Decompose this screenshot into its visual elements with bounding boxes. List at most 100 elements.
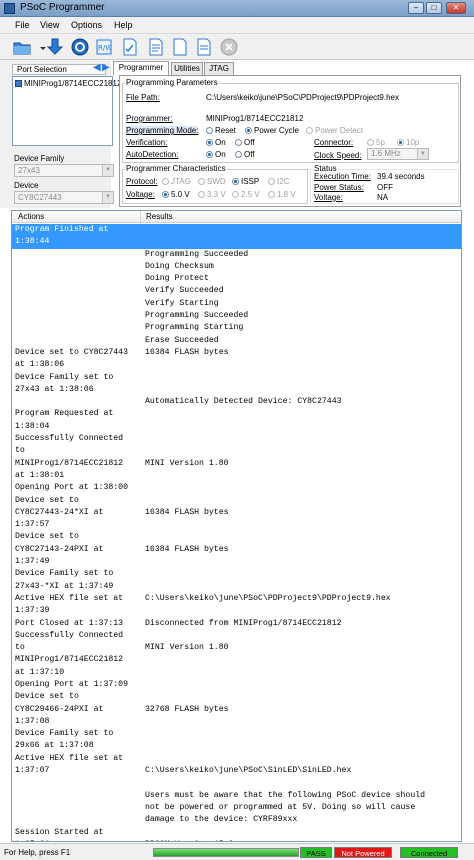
programmer-label: Programmer: xyxy=(126,114,173,123)
log-result xyxy=(144,372,461,397)
log-list[interactable]: Actions Results Program Finished at 1:38… xyxy=(11,210,462,842)
log-row[interactable]: Program Finished at 1:38:44 xyxy=(12,224,461,249)
log-row[interactable]: Automatically Detected Device: CY8C27443 xyxy=(12,396,461,408)
mode-power-detect-radio[interactable]: Power Detect xyxy=(306,126,363,135)
voltage-1v8-radio[interactable]: 1.8 V xyxy=(268,190,296,199)
minimize-button[interactable]: – xyxy=(408,2,424,14)
tab-jtag[interactable]: JTAG xyxy=(204,62,234,75)
log-action xyxy=(12,285,144,297)
log-row[interactable]: Active HEX file set at 1:37:39 C:\Users\k… xyxy=(12,593,461,618)
log-row[interactable]: Device Family set to 27x43-*XI at 1:37:4… xyxy=(12,568,461,593)
chevron-down-icon: ▼ xyxy=(102,165,113,176)
log-action xyxy=(12,310,144,322)
log-row[interactable]: Erase Succeeded xyxy=(12,335,461,347)
log-row[interactable]: Programming Succeeded xyxy=(12,249,461,261)
mode-power-cycle-radio[interactable]: Power Cycle xyxy=(245,126,299,135)
log-row[interactable]: Device set to CY8C27143-24PXI at 1:37:49… xyxy=(12,531,461,568)
protocol-jtag-radio[interactable]: JTAG xyxy=(162,177,191,186)
column-results[interactable]: Results xyxy=(146,212,173,221)
device-family-select[interactable]: 27x43 ▼ xyxy=(14,164,114,177)
menu-file[interactable]: File xyxy=(15,20,30,30)
log-result: Users must be aware that the following P… xyxy=(145,790,426,825)
log-row[interactable]: Programming Succeeded xyxy=(12,310,461,322)
maximize-button[interactable]: □ xyxy=(426,2,442,14)
log-row[interactable]: Session Started at 1:37:04 PPCOM Version… xyxy=(12,827,461,841)
log-row[interactable]: Successfully Connected to MINIProg1/8714… xyxy=(12,433,461,482)
autodetection-on-radio[interactable]: On xyxy=(206,150,226,159)
log-icon[interactable] xyxy=(194,37,214,57)
stop-icon[interactable] xyxy=(219,37,239,57)
log-row[interactable]: Device Family set to 29x66 at 1:37:08 xyxy=(12,728,461,753)
log-action: Successfully Connected to MINIProg1/8714… xyxy=(15,630,124,677)
port-icon xyxy=(15,80,22,87)
connector-10p-radio[interactable]: 10p xyxy=(397,138,419,147)
device-select[interactable]: CY8C27443 ▼ xyxy=(14,191,114,204)
port-item-label: MINIProg1/8714ECC21812 xyxy=(24,79,122,88)
column-actions[interactable]: Actions xyxy=(18,212,44,221)
document-icon[interactable] xyxy=(170,37,190,57)
log-row[interactable]: Device Family set to 27x43 at 1:38:06 xyxy=(12,372,461,397)
tab-programmer[interactable]: Programmer xyxy=(113,61,169,75)
log-action xyxy=(12,322,144,334)
voltage-3v3-radio[interactable]: 3.3 V xyxy=(198,190,226,199)
open-dropdown-icon[interactable] xyxy=(33,37,46,57)
port-list[interactable]: MINIProg1/8714ECC21812 xyxy=(12,76,121,146)
log-action xyxy=(12,335,144,347)
log-row[interactable]: Port Closed at 1:37:13 Disconnected from … xyxy=(12,618,461,630)
protocol-swd-radio[interactable]: SWD xyxy=(198,177,226,186)
port-item[interactable]: MINIProg1/8714ECC21812 xyxy=(15,79,121,88)
clock-speed-select[interactable]: 1.6 MHz ▼ xyxy=(367,148,429,160)
power-status-label: Power Status: xyxy=(314,183,364,192)
log-row[interactable]: Verify Starting xyxy=(12,298,461,310)
expand-right-icon[interactable]: ▶ xyxy=(102,62,110,73)
device-value: CY8C27443 xyxy=(18,193,62,202)
connector-5p-radio[interactable]: 5p xyxy=(367,138,385,147)
log-row[interactable]: Programming Starting xyxy=(12,322,461,334)
protocol-issp-radio[interactable]: ISSP xyxy=(232,177,259,186)
log-action xyxy=(12,261,144,273)
device-family-label: Device Family xyxy=(14,154,65,163)
log-row[interactable]: Opening Port at 1:37:09 xyxy=(12,679,461,691)
log-result: Programming Starting xyxy=(145,323,244,333)
log-row[interactable]: Device set to CY8C29466-24PXI at 1:37:08… xyxy=(12,691,461,728)
log-result: Automatically Detected Device: CY8C27443 xyxy=(145,397,342,407)
collapse-left-icon[interactable]: ◀ xyxy=(93,62,101,73)
log-result: Disconnected from MINIProg1/8714ECC21812 xyxy=(145,618,342,628)
menu-view[interactable]: View xyxy=(40,20,59,30)
autodetection-off-radio[interactable]: Off xyxy=(235,150,255,159)
log-result: C:\Users\keiko\june\PSoC\SinLED\SinLED.h… xyxy=(145,766,352,776)
open-folder-icon[interactable] xyxy=(12,37,32,57)
app-icon xyxy=(4,3,15,14)
log-row[interactable]: Successfully Connected to MINIProg1/8714… xyxy=(12,630,461,679)
tab-utilities[interactable]: Utilities xyxy=(171,62,203,75)
read-icon[interactable]: R/W xyxy=(94,37,114,57)
program-icon[interactable] xyxy=(70,37,90,57)
log-row[interactable]: Opening Port at 1:38:00 xyxy=(12,482,461,494)
log-row[interactable]: Doing Protect xyxy=(12,273,461,285)
verification-off-radio[interactable]: Off xyxy=(235,138,255,147)
radio-icon xyxy=(367,139,374,146)
log-row[interactable]: Active HEX file set at 1:37:07 C:\Users\… xyxy=(12,753,461,778)
verify-icon[interactable] xyxy=(146,37,166,57)
column-divider[interactable] xyxy=(140,211,141,223)
protocol-i2c-radio[interactable]: I2C xyxy=(268,177,289,186)
log-row[interactable]: Users must be aware that the following P… xyxy=(12,777,461,826)
log-row[interactable]: Doing Checksum xyxy=(12,261,461,273)
voltage-5v-radio[interactable]: 5.0 V xyxy=(162,190,190,199)
radio-selected-icon xyxy=(397,139,404,146)
download-icon[interactable] xyxy=(45,37,65,57)
voltage-2v5-radio[interactable]: 2.5 V xyxy=(232,190,260,199)
mode-reset-radio[interactable]: Reset xyxy=(206,126,236,135)
log-row[interactable]: Program Requested at 1:38:04 xyxy=(12,408,461,433)
close-button[interactable]: ✕ xyxy=(446,2,466,14)
log-row[interactable]: Verify Succeeded xyxy=(12,285,461,297)
voltage-3v3-label: 3.3 V xyxy=(207,190,226,199)
execution-time-value: 39.4 seconds xyxy=(377,172,425,181)
log-row[interactable]: Device set to CY8C27443-24*XI at 1:37:57… xyxy=(12,495,461,532)
verification-on-radio[interactable]: On xyxy=(206,138,226,147)
menu-help[interactable]: Help xyxy=(114,20,133,30)
checksum-icon[interactable] xyxy=(120,37,140,57)
device-label: Device xyxy=(14,181,39,190)
menu-options[interactable]: Options xyxy=(71,20,102,30)
log-row[interactable]: Device set to CY8C27443 at 1:38:06 16384 … xyxy=(12,347,461,372)
